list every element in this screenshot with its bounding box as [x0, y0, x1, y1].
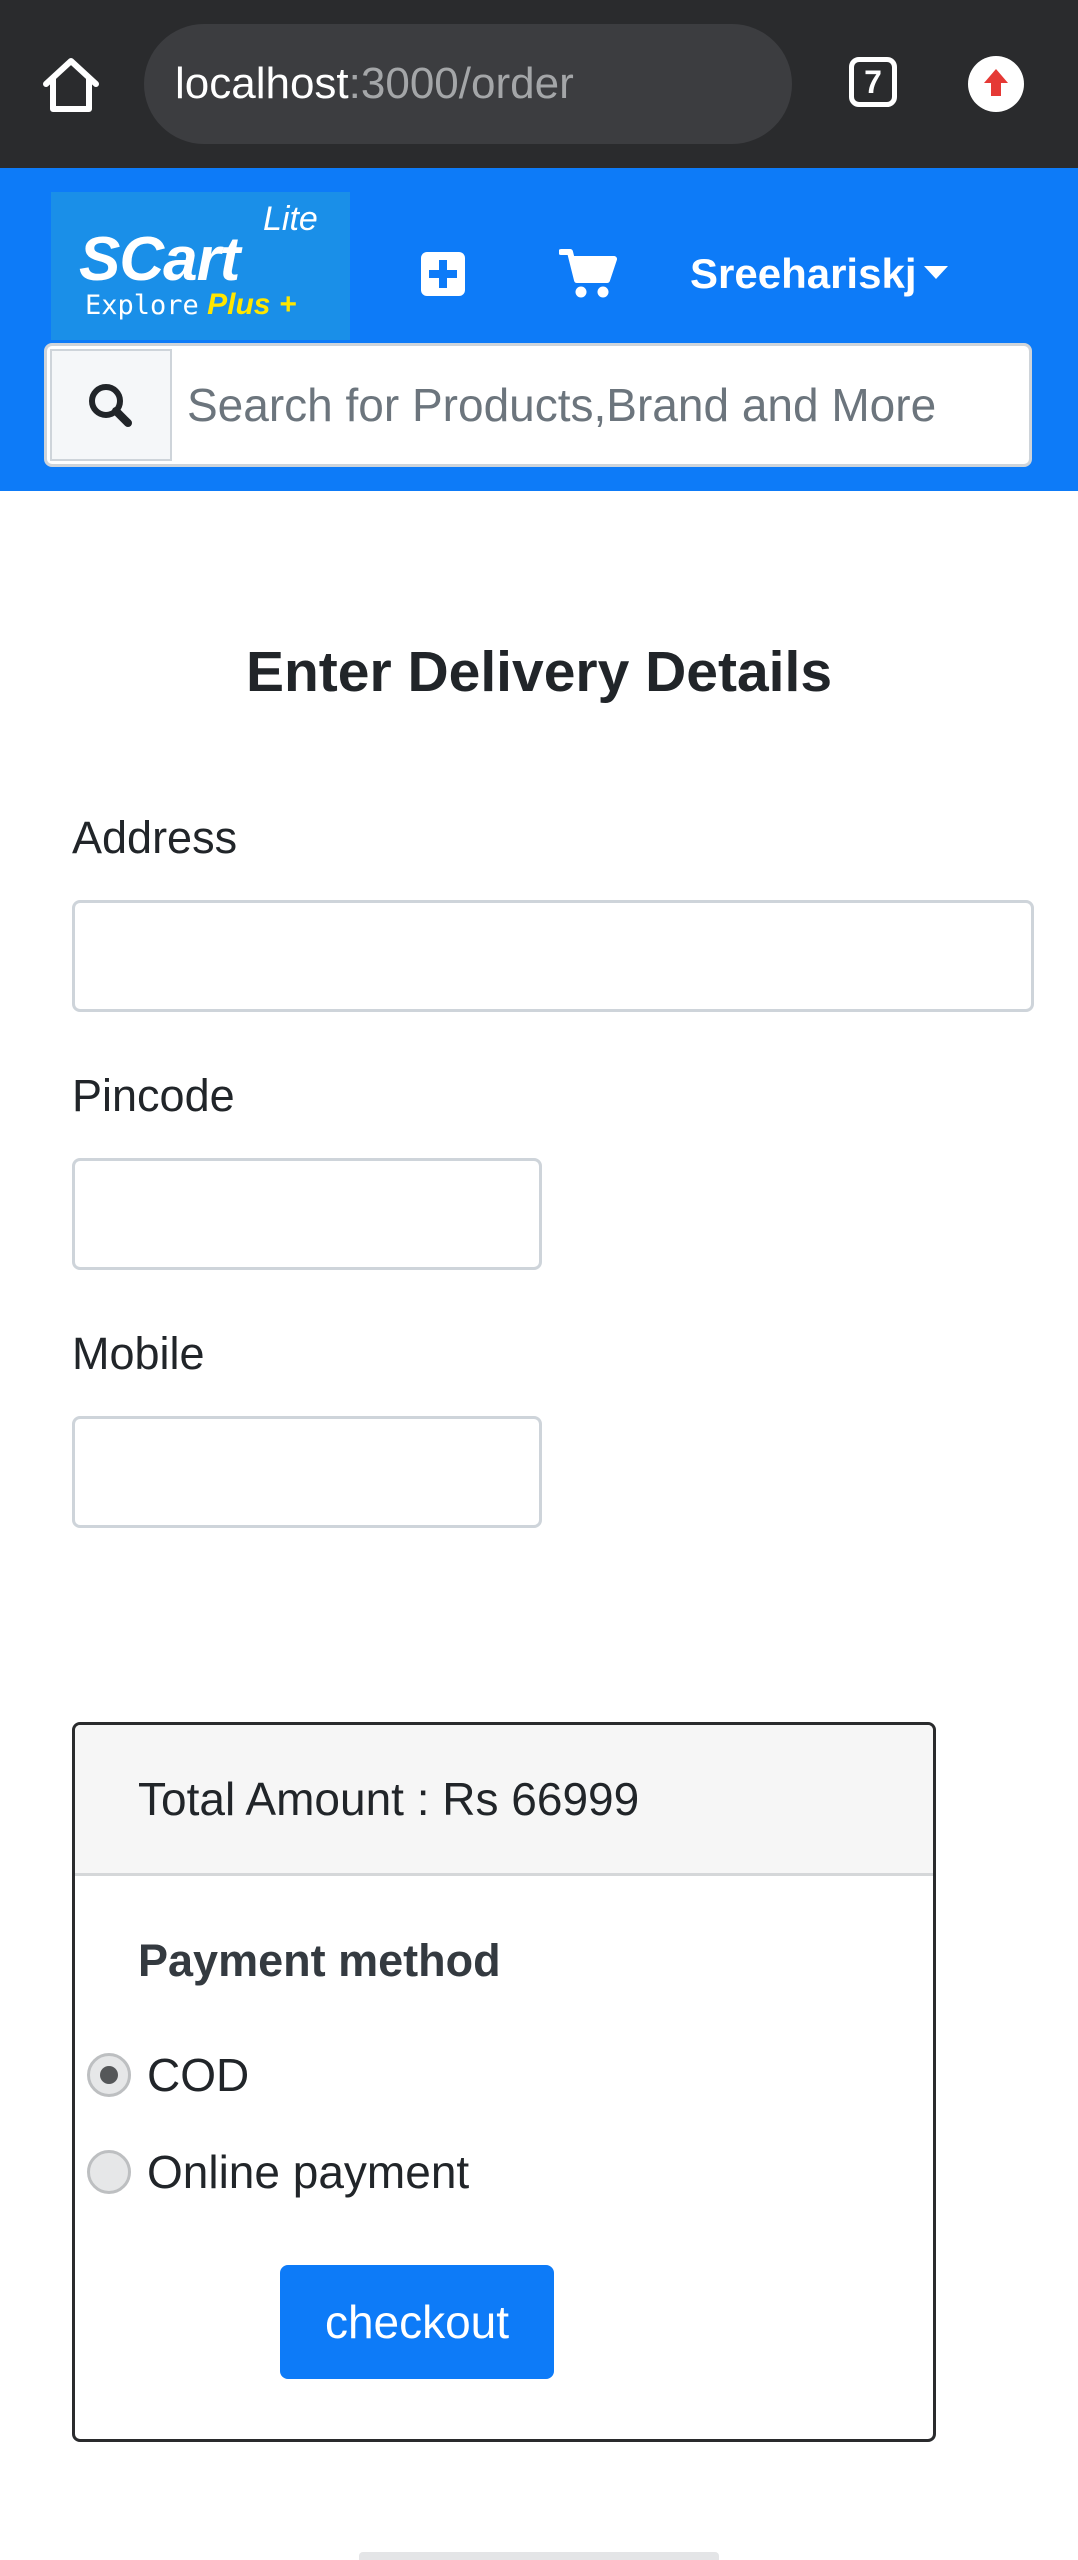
online-payment-label[interactable]: Online payment	[147, 2142, 469, 2202]
home-icon[interactable]	[40, 54, 102, 116]
card-header: Total Amount : Rs 66999	[75, 1725, 933, 1876]
shopping-cart-icon[interactable]	[558, 248, 617, 300]
scroll-indicator	[359, 2552, 719, 2560]
site-navbar: Lite SCart Explore Plus + Sreehariskj	[0, 168, 1078, 491]
browser-toolbar: localhost:3000/order 7	[0, 0, 1078, 168]
url-path: :3000/order	[348, 59, 574, 108]
online-payment-radio[interactable]	[87, 2150, 131, 2194]
page-title: Enter Delivery Details	[245, 640, 833, 704]
mobile-field[interactable]	[72, 1416, 542, 1528]
site-logo[interactable]: Lite SCart Explore Plus +	[51, 192, 350, 340]
address-label: Address	[72, 812, 238, 863]
caret-down-icon[interactable]	[924, 266, 948, 279]
url-text[interactable]: localhost:3000/order	[175, 56, 574, 112]
checkout-button[interactable]: checkout	[280, 2265, 554, 2379]
logo-name: SCart	[79, 225, 240, 294]
order-summary-card: Total Amount : Rs 66999 Payment method C…	[72, 1722, 936, 2442]
search-button[interactable]	[50, 349, 172, 461]
pincode-field[interactable]	[72, 1158, 542, 1270]
cod-label[interactable]: COD	[147, 2045, 249, 2105]
logo-tag-plus: Plus +	[207, 288, 297, 321]
search-input[interactable]	[187, 346, 1007, 464]
payment-method-heading: Payment method	[138, 1935, 501, 1986]
upload-arrow-icon[interactable]	[968, 56, 1024, 112]
total-amount: Total Amount : Rs 66999	[138, 1773, 640, 1825]
logo-lite-text: Lite	[263, 200, 318, 238]
address-field[interactable]	[72, 900, 1034, 1012]
plus-square-icon[interactable]	[421, 252, 465, 296]
pincode-label: Pincode	[72, 1070, 235, 1121]
user-menu-toggle[interactable]: Sreehariskj	[690, 246, 917, 302]
logo-tagline: Explore Plus +	[85, 288, 296, 322]
mobile-label: Mobile	[72, 1328, 205, 1379]
logo-tag-explore: Explore	[85, 290, 199, 321]
url-host: localhost	[175, 59, 349, 108]
tab-switcher-button[interactable]: 7	[849, 57, 897, 107]
cod-radio[interactable]	[87, 2053, 131, 2097]
search-bar	[44, 343, 1032, 467]
search-icon	[89, 384, 132, 427]
